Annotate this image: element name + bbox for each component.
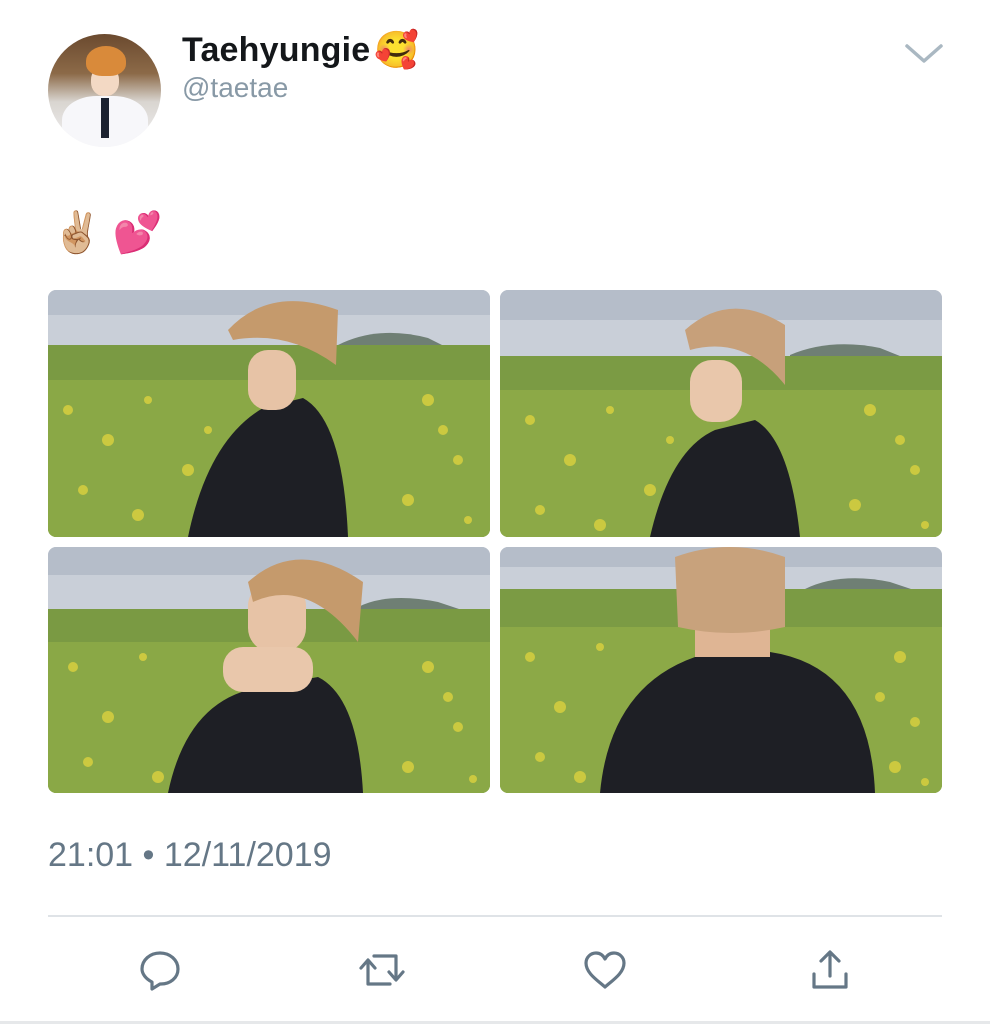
like-button[interactable] bbox=[580, 945, 630, 995]
photo-field-finger-heart bbox=[48, 547, 490, 793]
reply-icon bbox=[140, 951, 180, 991]
photo-field-back bbox=[500, 547, 942, 793]
tweet-timestamp[interactable]: 21:01 • 12/11/2019 bbox=[48, 836, 332, 875]
chevron-down-icon bbox=[905, 44, 943, 63]
retweet-button[interactable] bbox=[357, 945, 407, 995]
display-name[interactable]: Taehyungie bbox=[182, 31, 370, 70]
user-handle[interactable]: @taetae bbox=[182, 72, 288, 104]
photo-field-smile bbox=[500, 290, 942, 537]
tweet-photo-3[interactable] bbox=[48, 547, 490, 793]
share-button[interactable] bbox=[805, 945, 855, 995]
heart-icon bbox=[584, 951, 626, 989]
retweet-icon bbox=[359, 954, 405, 986]
tweet-photo-4[interactable] bbox=[500, 547, 942, 793]
photo-field-portrait bbox=[48, 290, 490, 537]
reply-button[interactable] bbox=[135, 945, 185, 995]
avatar-hair bbox=[86, 46, 126, 76]
share-icon bbox=[812, 950, 848, 989]
tweet-card: Taehyungie 🥰 @taetae ✌🏼 💕 21:01 • 12/11/… bbox=[0, 0, 990, 1024]
avatar[interactable] bbox=[48, 34, 161, 147]
tweet-photo-1[interactable] bbox=[48, 290, 490, 537]
tweet-text: ✌🏼 💕 bbox=[52, 211, 163, 255]
name-emoji: 🥰 bbox=[374, 29, 420, 70]
tweet-menu-button[interactable] bbox=[900, 36, 948, 72]
avatar-tie bbox=[101, 98, 109, 138]
display-name-row[interactable]: Taehyungie 🥰 bbox=[182, 30, 419, 70]
tweet-photo-2[interactable] bbox=[500, 290, 942, 537]
divider bbox=[48, 915, 942, 917]
